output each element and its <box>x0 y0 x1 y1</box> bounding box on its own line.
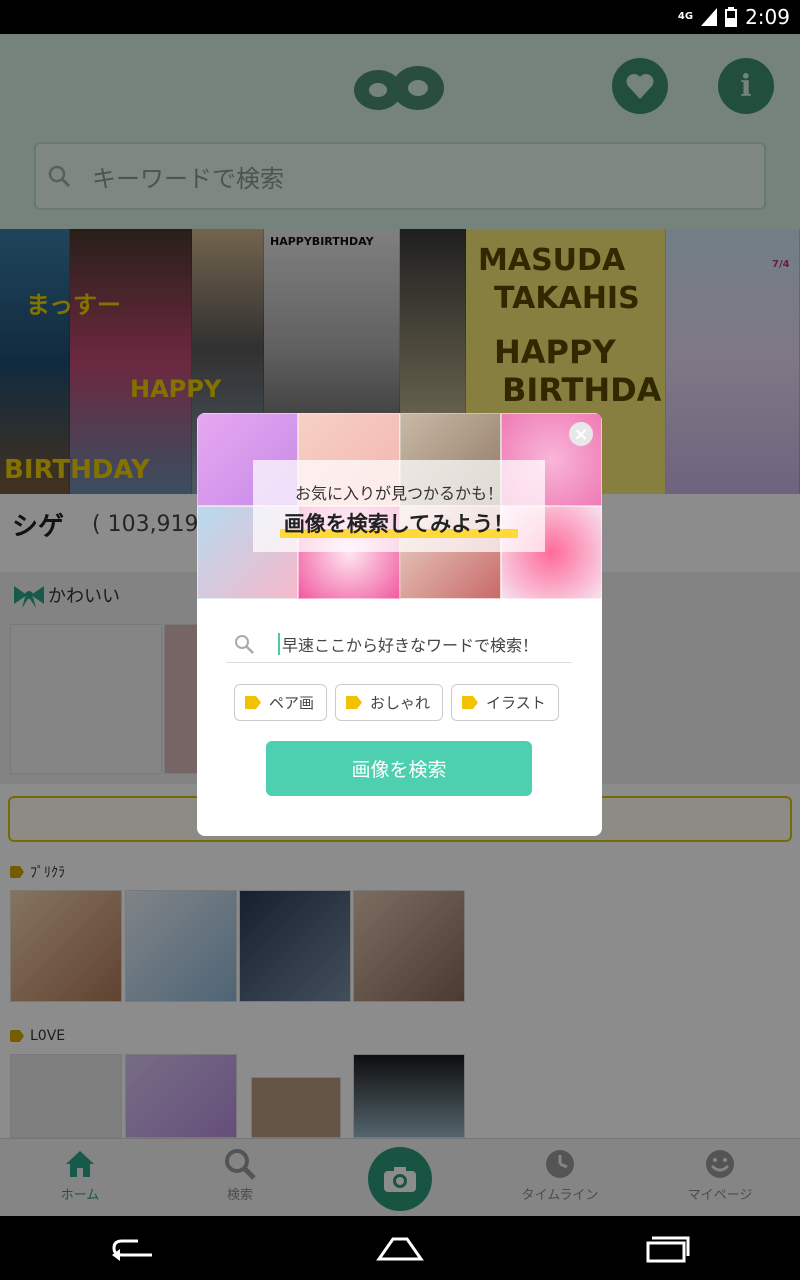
tag-icon <box>346 696 363 709</box>
dialog-subtitle: お気に入りが見つかるかも！ <box>294 484 503 503</box>
battery-icon <box>725 7 738 27</box>
dialog-title: 画像を検索してみよう！ <box>279 508 519 538</box>
search-icon <box>235 634 254 654</box>
dialog-caption: お気に入りが見つかるかも！ 画像を検索してみよう！ <box>253 460 545 552</box>
close-button[interactable]: × <box>569 422 593 446</box>
chip-label: ペア画 <box>269 694 315 712</box>
input-placeholder: 早速ここから好きなワードで検索！ <box>282 635 539 655</box>
tag-chip[interactable]: ペア画 <box>234 684 328 721</box>
search-images-button[interactable]: 画像を検索 <box>266 741 532 796</box>
tag-chip[interactable]: イラスト <box>451 684 559 721</box>
home-icon[interactable] <box>375 1233 425 1263</box>
clock-time: 2:09 <box>745 5 790 29</box>
system-nav-bar <box>0 1216 800 1280</box>
tag-icon <box>462 696 479 709</box>
close-icon: × <box>573 423 589 445</box>
status-bar: 4G 2:09 <box>0 0 800 34</box>
chip-label: おしゃれ <box>370 694 431 712</box>
network-indicator: 4G <box>677 11 694 22</box>
signal-icon <box>701 8 718 26</box>
tag-icon <box>245 696 261 709</box>
text-caret <box>278 632 280 655</box>
suggested-tags: ペア画 おしゃれ イラスト <box>234 684 559 721</box>
tag-chip[interactable]: おしゃれ <box>335 684 444 721</box>
dialog-search-input[interactable]: 早速ここから好きなワードで検索！ <box>226 625 572 663</box>
search-suggestion-dialog: お気に入りが見つかるかも！ 画像を検索してみよう！ × 早速ここから好きなワード… <box>197 413 602 836</box>
back-icon[interactable] <box>108 1233 158 1263</box>
recents-icon[interactable] <box>642 1233 692 1263</box>
chip-label: イラスト <box>486 694 546 712</box>
